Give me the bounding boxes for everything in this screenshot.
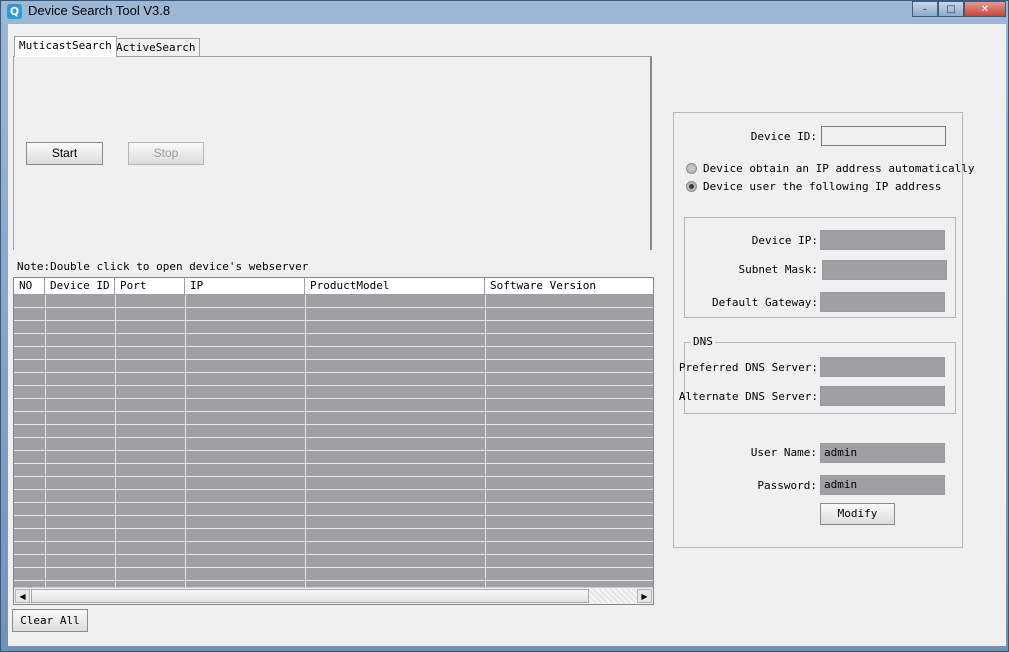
password-label: Password: [757, 479, 817, 492]
title-bar[interactable]: Q Device Search Tool V3.8 – □ ✕ [1, 1, 1008, 23]
dns-group-title: DNS [691, 335, 715, 348]
column-header-device-id[interactable]: Device ID [45, 278, 115, 294]
table-header: NO Device ID Port IP ProductModel Softwa… [14, 278, 653, 295]
default-gateway-field[interactable] [820, 292, 945, 312]
preferred-dns-field[interactable] [820, 357, 945, 377]
column-divider [185, 295, 186, 589]
device-ip-field[interactable] [820, 230, 945, 250]
window-title: Device Search Tool V3.8 [28, 3, 171, 18]
radio-auto-ip[interactable] [686, 163, 697, 174]
device-settings-panel: Device ID: Device obtain an IP address a… [673, 112, 975, 548]
scroll-track[interactable] [589, 589, 637, 603]
stop-button[interactable]: Stop [128, 142, 204, 165]
column-divider [45, 295, 46, 589]
column-divider [485, 295, 486, 589]
user-name-field[interactable]: admin [820, 443, 945, 463]
close-button[interactable]: ✕ [964, 1, 1006, 17]
tab-active-search[interactable]: ActiveSearch [111, 38, 201, 56]
column-divider [305, 295, 306, 589]
default-gateway-label: Default Gateway: [712, 296, 818, 309]
subnet-mask-field[interactable] [822, 260, 947, 280]
device-id-label: Device ID: [750, 130, 817, 143]
app-window: Q Device Search Tool V3.8 – □ ✕ Muticast… [0, 0, 1009, 652]
alternate-dns-label: Alternate DNS Server: [678, 390, 818, 403]
maximize-button[interactable]: □ [938, 1, 964, 17]
radio-manual-ip-label[interactable]: Device user the following IP address [703, 180, 941, 193]
preferred-dns-label: Preferred DNS Server: [678, 361, 818, 374]
user-name-label: User Name: [750, 446, 817, 459]
device-id-field[interactable] [821, 126, 946, 146]
dns-group: DNS Preferred DNS Server: Alternate DNS … [679, 335, 956, 414]
horizontal-scrollbar[interactable]: ◀ ▶ [14, 587, 653, 604]
radio-auto-ip-label[interactable]: Device obtain an IP address automaticall… [703, 162, 975, 175]
search-app-icon: Q [7, 4, 22, 19]
client-area: MuticastSearch ActiveSearch Start Stop N… [8, 24, 1006, 646]
subnet-mask-label: Subnet Mask: [738, 263, 818, 276]
column-header-software-version[interactable]: Software Version [485, 278, 653, 294]
device-ip-label: Device IP: [751, 234, 818, 247]
column-header-port[interactable]: Port [115, 278, 185, 294]
search-tab-panel: Start Stop [13, 56, 652, 250]
column-header-no[interactable]: NO [14, 278, 45, 294]
clear-all-button[interactable]: Clear All [12, 609, 88, 632]
scroll-thumb[interactable] [31, 589, 589, 603]
ip-settings-group: Device IP: Subnet Mask: Default Gateway: [684, 217, 956, 318]
column-divider [115, 295, 116, 589]
device-table[interactable]: NO Device ID Port IP ProductModel Softwa… [13, 277, 654, 605]
table-body[interactable] [14, 295, 653, 589]
start-button[interactable]: Start [26, 142, 103, 165]
password-field[interactable]: admin [820, 475, 945, 495]
scroll-left-arrow-icon[interactable]: ◀ [15, 589, 30, 603]
scroll-right-arrow-icon[interactable]: ▶ [637, 589, 652, 603]
note-text: Note:Double click to open device's webse… [17, 260, 309, 273]
column-header-product-model[interactable]: ProductModel [305, 278, 485, 294]
radio-manual-ip[interactable] [686, 181, 697, 192]
tab-muticast-search[interactable]: MuticastSearch [14, 36, 117, 57]
alternate-dns-field[interactable] [820, 386, 945, 406]
caption-buttons: – □ ✕ [912, 1, 1006, 19]
minimize-button[interactable]: – [912, 1, 938, 17]
modify-button[interactable]: Modify [820, 503, 895, 525]
column-header-ip[interactable]: IP [185, 278, 305, 294]
